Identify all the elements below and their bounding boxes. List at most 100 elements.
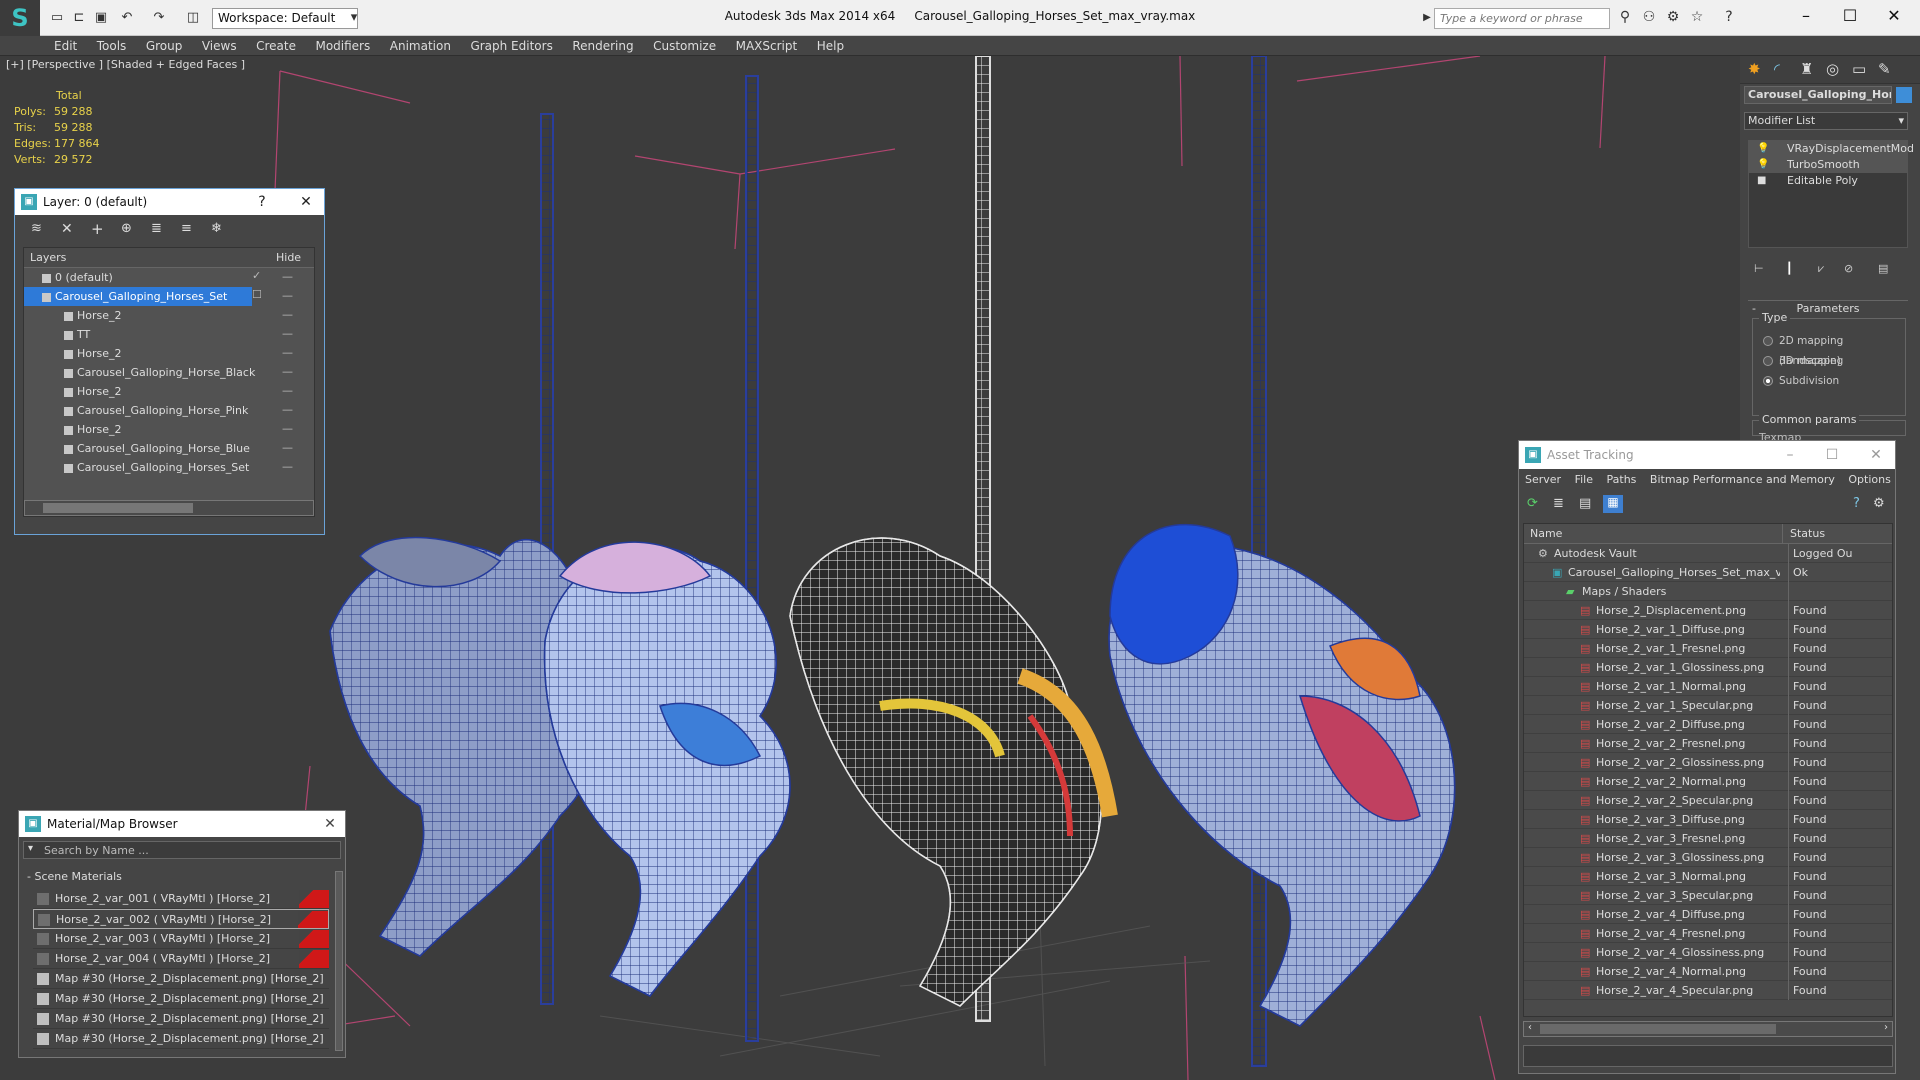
- close-button[interactable]: ✕: [1865, 445, 1887, 465]
- hide-toggle[interactable]: —: [282, 384, 293, 397]
- show-end-result-icon[interactable]: ┃: [1786, 262, 1793, 275]
- motion-tab-icon[interactable]: ◎: [1826, 60, 1839, 78]
- modifier-toggle-icon[interactable]: 💡: [1757, 157, 1769, 173]
- communication-icon[interactable]: ⚇: [1640, 9, 1658, 25]
- asset-row[interactable]: ▤ Horse_2_var_3_Specular.png Found: [1524, 886, 1892, 905]
- asset-row[interactable]: ▤ Horse_2_var_3_Glossiness.png Found: [1524, 848, 1892, 867]
- asset-row[interactable]: ▤ Horse_2_var_4_Glossiness.png Found: [1524, 943, 1892, 962]
- delete-layer-icon[interactable]: ✕: [61, 221, 73, 237]
- menu-bitmap-performance[interactable]: Bitmap Performance and Memory: [1650, 473, 1835, 486]
- radio-button[interactable]: [1763, 356, 1773, 366]
- create-layer-icon[interactable]: ≋: [31, 221, 42, 236]
- asset-row[interactable]: ▤ Horse_2_var_3_Diffuse.png Found: [1524, 810, 1892, 829]
- create-tab-icon[interactable]: ✸: [1748, 60, 1761, 78]
- layer-row[interactable]: Carousel_Galloping_Horses_Set: [24, 458, 314, 477]
- layer-row[interactable]: Horse_2: [24, 344, 314, 363]
- editable-poly-icon[interactable]: ■: [1757, 173, 1766, 189]
- asset-row[interactable]: ▤ Horse_2_var_4_Specular.png Found: [1524, 981, 1892, 1000]
- menu-paths[interactable]: Paths: [1607, 473, 1637, 486]
- menu-server[interactable]: Server: [1525, 473, 1561, 486]
- material-item[interactable]: Horse_2_var_001 ( VRayMtl ) [Horse_2]: [33, 889, 329, 909]
- layer-row[interactable]: 0 (default): [24, 268, 314, 287]
- binoculars-icon[interactable]: ⚲: [1616, 9, 1634, 25]
- freeze-all-icon[interactable]: ❄: [211, 221, 222, 236]
- menu-edit[interactable]: Edit: [46, 36, 85, 56]
- hide-toggle[interactable]: —: [282, 289, 293, 302]
- menu-views[interactable]: Views: [194, 36, 245, 56]
- asset-row[interactable]: ▤ Horse_2_var_2_Glossiness.png Found: [1524, 753, 1892, 772]
- material-item[interactable]: Horse_2_var_002 ( VRayMtl ) [Horse_2]: [33, 909, 329, 929]
- menu-file[interactable]: File: [1575, 473, 1593, 486]
- tree-view-icon[interactable]: ▤: [1579, 496, 1591, 511]
- hide-toggle[interactable]: —: [282, 403, 293, 416]
- asset-row[interactable]: ▤ Horse_2_var_2_Diffuse.png Found: [1524, 715, 1892, 734]
- hide-toggle[interactable]: —: [282, 441, 293, 454]
- menu-help[interactable]: Help: [809, 36, 852, 56]
- hide-all-icon[interactable]: ≡: [181, 221, 192, 236]
- vertical-scrollbar[interactable]: [335, 871, 343, 1051]
- list-view-icon[interactable]: ≣: [1553, 496, 1564, 511]
- modifier-stack-item[interactable]: ■ Editable Poly: [1749, 173, 1907, 189]
- material-item[interactable]: Map #30 (Horse_2_Displacement.png) [Hors…: [33, 969, 329, 989]
- asset-row[interactable]: ⚙ Autodesk Vault Logged Ou: [1524, 544, 1892, 563]
- maximize-button[interactable]: ☐: [1821, 445, 1843, 465]
- asset-row[interactable]: ▤ Horse_2_var_1_Glossiness.png Found: [1524, 658, 1892, 677]
- horizontal-scrollbar[interactable]: [24, 500, 314, 516]
- menu-maxscript[interactable]: MAXScript: [728, 36, 806, 56]
- menu-customize[interactable]: Customize: [645, 36, 724, 56]
- asset-row[interactable]: ▤ Horse_2_var_4_Normal.png Found: [1524, 962, 1892, 981]
- remove-modifier-icon[interactable]: ⊘: [1844, 262, 1853, 275]
- menu-animation[interactable]: Animation: [382, 36, 459, 56]
- hide-toggle[interactable]: —: [282, 365, 293, 378]
- asset-row[interactable]: ▤ Horse_2_var_2_Normal.png Found: [1524, 772, 1892, 791]
- layer-row[interactable]: Carousel_Galloping_Horse_Black: [24, 363, 314, 382]
- asset-path-field[interactable]: [1523, 1045, 1893, 1067]
- scene-materials-header[interactable]: - Scene Materials: [23, 869, 341, 885]
- menu-options[interactable]: Options: [1848, 473, 1890, 486]
- layer-row[interactable]: TT: [24, 325, 314, 344]
- asset-row[interactable]: ▤ Horse_2_var_1_Specular.png Found: [1524, 696, 1892, 715]
- material-search[interactable]: ▾ Search by Name ...: [23, 841, 341, 859]
- menu-modifiers[interactable]: Modifiers: [307, 36, 378, 56]
- asset-row[interactable]: ▤ Horse_2_var_1_Fresnel.png Found: [1524, 639, 1892, 658]
- asset-row[interactable]: ▤ Horse_2_var_2_Fresnel.png Found: [1524, 734, 1892, 753]
- col-hide[interactable]: Hide: [276, 251, 301, 264]
- modifier-list-dropdown[interactable]: Modifier List ▾: [1744, 112, 1908, 130]
- asset-row[interactable]: ▤ Horse_2_var_3_Fresnel.png Found: [1524, 829, 1892, 848]
- modify-tab-icon[interactable]: ◜: [1774, 60, 1780, 78]
- asset-row[interactable]: ▤ Horse_2_var_4_Diffuse.png Found: [1524, 905, 1892, 924]
- menu-create[interactable]: Create: [248, 36, 304, 56]
- menu-graph-editors[interactable]: Graph Editors: [462, 36, 560, 56]
- object-name-field[interactable]: Carousel_Galloping_Hors: [1744, 86, 1892, 104]
- material-item[interactable]: Map #30 (Horse_2_Displacement.png) [Hors…: [33, 1009, 329, 1029]
- material-item[interactable]: Horse_2_var_003 ( VRayMtl ) [Horse_2]: [33, 929, 329, 949]
- scroll-thumb[interactable]: [1540, 1024, 1776, 1034]
- layer-row[interactable]: Carousel_Galloping_Horse_Pink: [24, 401, 314, 420]
- hide-toggle[interactable]: —: [282, 327, 293, 340]
- pin-stack-icon[interactable]: ⊢: [1754, 262, 1764, 275]
- type-radio-option[interactable]: 2D mapping (landscape): [1761, 331, 1907, 367]
- display-tab-icon[interactable]: ▭: [1852, 60, 1866, 78]
- layer-row[interactable]: Horse_2: [24, 382, 314, 401]
- material-item[interactable]: Map #30 (Horse_2_Displacement.png) [Hors…: [33, 989, 329, 1009]
- type-radio-option[interactable]: Subdivision: [1761, 371, 1907, 391]
- select-objects-icon[interactable]: ⊕: [121, 221, 132, 236]
- hide-toggle[interactable]: —: [282, 422, 293, 435]
- utilities-tab-icon[interactable]: ✎: [1878, 60, 1891, 78]
- material-item[interactable]: Map #30 (Horse_2_Displacement.png) [Hors…: [33, 1029, 329, 1049]
- asset-row[interactable]: ▰ Maps / Shaders: [1524, 582, 1892, 601]
- col-layers[interactable]: Layers: [30, 251, 66, 264]
- asset-row[interactable]: ▤ Horse_2_var_4_Fresnel.png Found: [1524, 924, 1892, 943]
- col-status[interactable]: Status: [1790, 527, 1825, 540]
- type-radio-option[interactable]: 3D mapping: [1761, 351, 1907, 371]
- layer-row[interactable]: Carousel_Galloping_Horse_Blue: [24, 439, 314, 458]
- radio-button[interactable]: [1763, 376, 1773, 386]
- radio-button[interactable]: [1763, 336, 1773, 346]
- hierarchy-tab-icon[interactable]: ♜: [1800, 60, 1813, 78]
- asset-row[interactable]: ▤ Horse_2_var_1_Diffuse.png Found: [1524, 620, 1892, 639]
- material-search-input[interactable]: Search by Name ...: [44, 844, 149, 857]
- menu-group[interactable]: Group: [138, 36, 191, 56]
- asset-row[interactable]: ▤ Horse_2_var_2_Specular.png Found: [1524, 791, 1892, 810]
- table-view-icon[interactable]: ▦: [1603, 495, 1623, 513]
- modifier-stack-item[interactable]: 💡 TurboSmooth: [1749, 157, 1907, 173]
